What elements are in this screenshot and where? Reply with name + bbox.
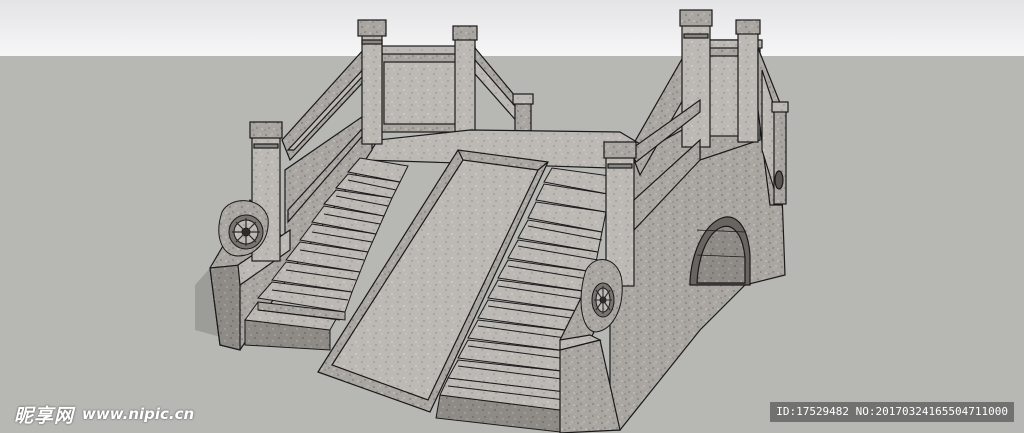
sky bbox=[0, 0, 1024, 56]
bridge-scene bbox=[0, 0, 1024, 433]
watermark-brand: 昵享网 bbox=[14, 404, 75, 427]
watermark-id: ID:17529482 NO:20170324165504711000 bbox=[770, 402, 1014, 422]
watermark-left: 昵享网 www.nipic.cn bbox=[14, 400, 194, 428]
watermark-url: www.nipic.cn bbox=[82, 405, 195, 423]
